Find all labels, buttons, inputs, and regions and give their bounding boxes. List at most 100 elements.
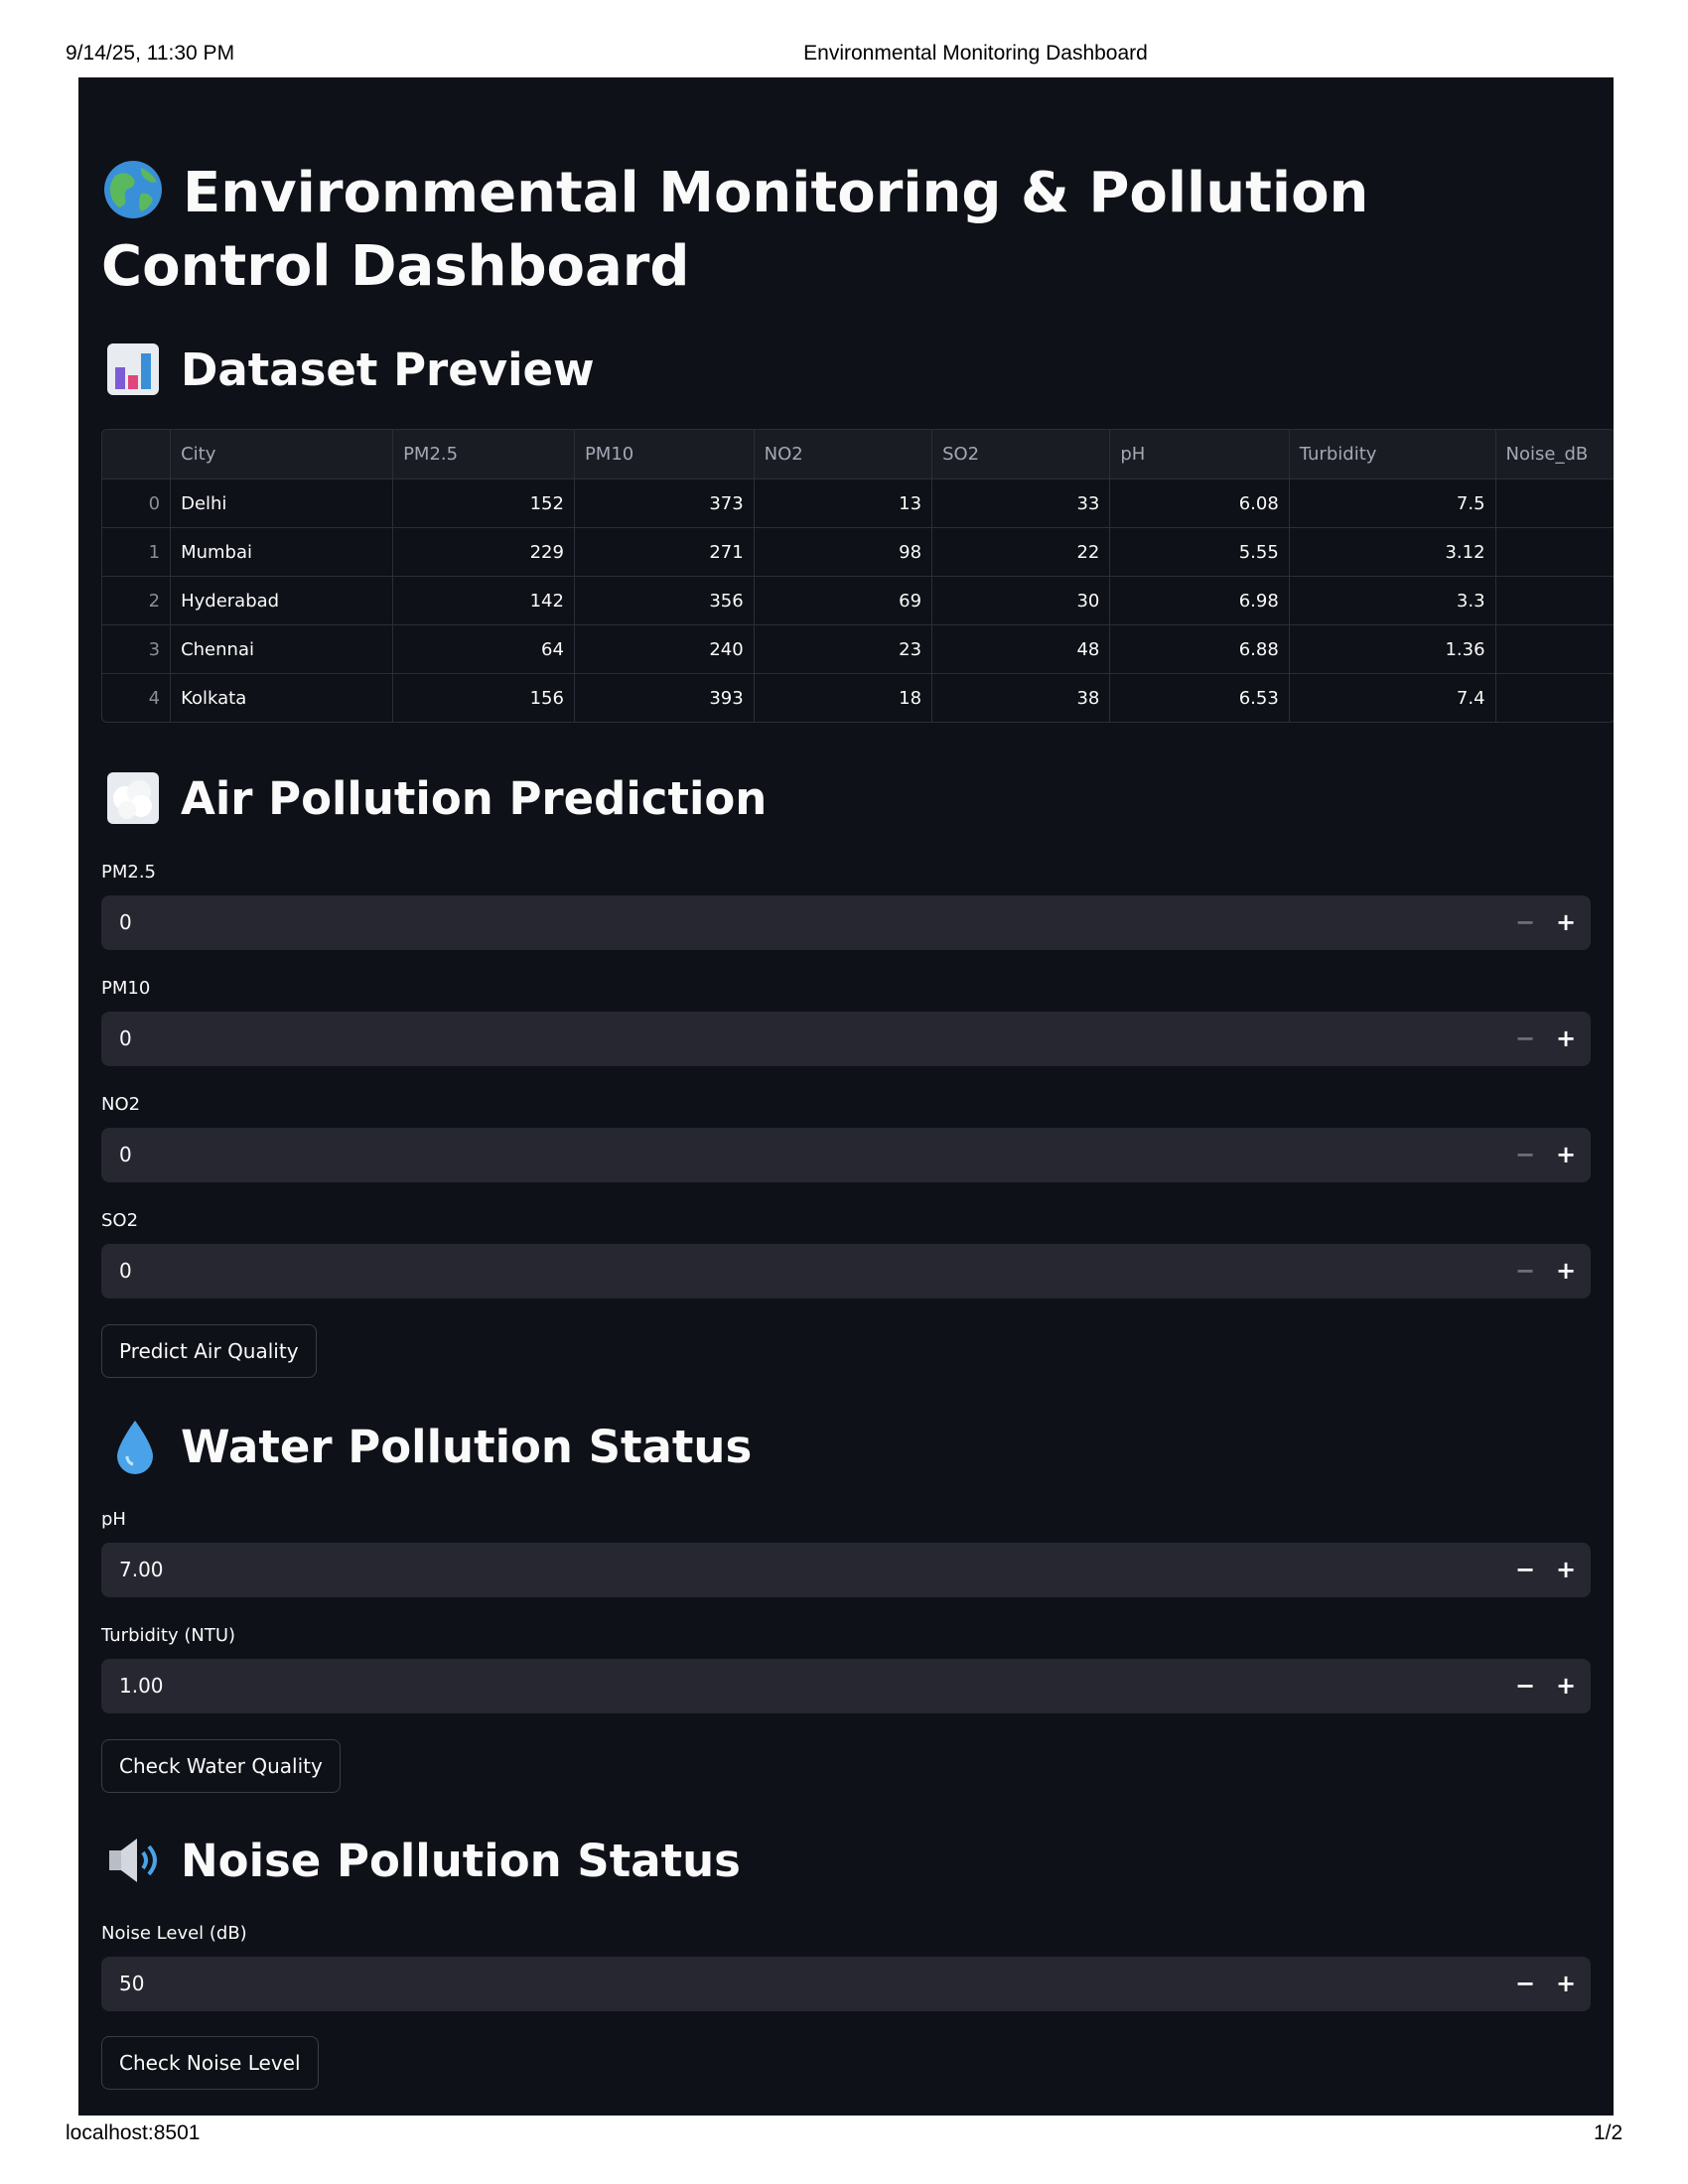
no2-decrement-button[interactable]: − <box>1505 1128 1545 1182</box>
ph-increment-button[interactable]: + <box>1546 1543 1586 1597</box>
turbidity-input[interactable]: 1.00 − + <box>101 1659 1591 1713</box>
row-index: 3 <box>102 624 172 674</box>
table-cell[interactable]: 356 <box>574 576 755 625</box>
table-cell[interactable]: 229 <box>392 527 575 577</box>
pm25-input[interactable]: 0 − + <box>101 895 1591 950</box>
table-cell[interactable]: 6.98 <box>1109 576 1290 625</box>
column-header[interactable]: NO2 <box>754 430 933 479</box>
fog-icon <box>101 766 171 830</box>
column-header[interactable]: City <box>170 430 394 479</box>
table-cell[interactable] <box>1495 624 1614 674</box>
table-cell[interactable]: 18 <box>754 673 933 722</box>
table-cell[interactable]: Hyderabad <box>170 576 394 625</box>
no2-input[interactable]: 0 − + <box>101 1128 1591 1182</box>
table-cell[interactable]: 3.3 <box>1289 576 1496 625</box>
table-cell[interactable]: 7.4 <box>1289 673 1496 722</box>
pm10-increment-button[interactable]: + <box>1546 1012 1586 1066</box>
table-cell[interactable] <box>1495 673 1614 722</box>
table-cell[interactable]: Delhi <box>170 478 394 528</box>
check-noise-level-button[interactable]: Check Noise Level <box>101 2036 319 2090</box>
column-header[interactable]: PM2.5 <box>392 430 575 479</box>
table-cell[interactable]: 64 <box>392 624 575 674</box>
column-header[interactable]: PM10 <box>574 430 755 479</box>
ph-decrement-button[interactable]: − <box>1505 1543 1545 1597</box>
so2-increment-button[interactable]: + <box>1546 1244 1586 1298</box>
table-cell[interactable]: 6.53 <box>1109 673 1290 722</box>
table-cell[interactable]: 38 <box>931 673 1111 722</box>
pm25-label: PM2.5 <box>101 862 157 883</box>
table-cell[interactable]: Kolkata <box>170 673 394 722</box>
table-cell[interactable]: 156 <box>392 673 575 722</box>
table-cell[interactable]: Chennai <box>170 624 394 674</box>
table-cell[interactable]: 48 <box>931 624 1111 674</box>
speaker-icon <box>101 1829 171 1892</box>
so2-decrement-button[interactable]: − <box>1505 1244 1545 1298</box>
table-cell[interactable]: 271 <box>574 527 755 577</box>
noise-level-decrement-button[interactable]: − <box>1505 1957 1545 2011</box>
no2-increment-button[interactable]: + <box>1546 1128 1586 1182</box>
pm25-decrement-button[interactable]: − <box>1505 895 1545 950</box>
table-cell[interactable]: 1.36 <box>1289 624 1496 674</box>
turbidity-decrement-button[interactable]: − <box>1505 1659 1545 1713</box>
row-index: 1 <box>102 527 172 577</box>
droplet-icon <box>101 1415 171 1478</box>
table-cell[interactable]: 152 <box>392 478 575 528</box>
dataset-table[interactable]: City PM2.5 PM10 NO2 SO2 pH Turbidity Noi… <box>101 429 1614 723</box>
column-header[interactable]: SO2 <box>931 430 1111 479</box>
so2-value[interactable]: 0 <box>119 1244 132 1298</box>
table-cell[interactable]: Mumbai <box>170 527 394 577</box>
table-cell[interactable]: 69 <box>754 576 933 625</box>
dataset-preview-heading: Dataset Preview <box>101 338 595 401</box>
table-cell[interactable]: 30 <box>931 576 1111 625</box>
table-cell[interactable]: 23 <box>754 624 933 674</box>
table-cell[interactable]: 6.88 <box>1109 624 1290 674</box>
pm10-decrement-button[interactable]: − <box>1505 1012 1545 1066</box>
noise-level-input[interactable]: 50 − + <box>101 1957 1591 2011</box>
page-title-text: Environmental Monitoring & Pollution Con… <box>101 161 1369 299</box>
table-cell[interactable]: 373 <box>574 478 755 528</box>
dataset-preview-label: Dataset Preview <box>181 342 595 396</box>
check-water-quality-button[interactable]: Check Water Quality <box>101 1739 341 1793</box>
ph-input[interactable]: 7.00 − + <box>101 1543 1591 1597</box>
table-cell[interactable] <box>1495 527 1614 577</box>
so2-label: SO2 <box>101 1210 139 1231</box>
no2-value[interactable]: 0 <box>119 1128 132 1182</box>
column-header[interactable]: pH <box>1109 430 1290 479</box>
pm10-value[interactable]: 0 <box>119 1012 132 1066</box>
table-header-row: City PM2.5 PM10 NO2 SO2 pH Turbidity Noi… <box>102 430 1614 479</box>
table-cell[interactable] <box>1495 576 1614 625</box>
page-title: Environmental Monitoring & Pollution Con… <box>101 157 1571 304</box>
table-cell[interactable]: 393 <box>574 673 755 722</box>
column-header[interactable]: Noise_dB <box>1495 430 1614 479</box>
table-cell[interactable]: 7.5 <box>1289 478 1496 528</box>
table-cell[interactable]: 3.12 <box>1289 527 1496 577</box>
table-cell[interactable] <box>1495 478 1614 528</box>
noise-level-increment-button[interactable]: + <box>1546 1957 1586 2011</box>
row-index: 0 <box>102 478 172 528</box>
so2-input[interactable]: 0 − + <box>101 1244 1591 1298</box>
table-cell[interactable]: 5.55 <box>1109 527 1290 577</box>
pm25-increment-button[interactable]: + <box>1546 895 1586 950</box>
table-cell[interactable]: 33 <box>931 478 1111 528</box>
pm10-input[interactable]: 0 − + <box>101 1012 1591 1066</box>
predict-air-quality-button[interactable]: Predict Air Quality <box>101 1324 317 1378</box>
pm25-value[interactable]: 0 <box>119 895 132 950</box>
table-cell[interactable]: 142 <box>392 576 575 625</box>
app-window: Environmental Monitoring & Pollution Con… <box>78 77 1614 2116</box>
turbidity-value[interactable]: 1.00 <box>119 1659 164 1713</box>
table-cell[interactable]: 6.08 <box>1109 478 1290 528</box>
table-row: 0 Delhi 152 373 13 33 6.08 7.5 <box>102 478 1614 528</box>
ph-value[interactable]: 7.00 <box>119 1543 164 1597</box>
table-cell[interactable]: 22 <box>931 527 1111 577</box>
table-cell[interactable]: 13 <box>754 478 933 528</box>
pm10-label: PM10 <box>101 978 151 999</box>
noise-pollution-label: Noise Pollution Status <box>181 1834 741 1887</box>
table-cell[interactable]: 98 <box>754 527 933 577</box>
bar-chart-icon <box>101 338 171 401</box>
column-header[interactable]: Turbidity <box>1289 430 1496 479</box>
noise-level-value[interactable]: 50 <box>119 1957 144 2011</box>
table-cell[interactable]: 240 <box>574 624 755 674</box>
turbidity-increment-button[interactable]: + <box>1546 1659 1586 1713</box>
row-index: 2 <box>102 576 172 625</box>
table-row: 1 Mumbai 229 271 98 22 5.55 3.12 <box>102 527 1614 577</box>
